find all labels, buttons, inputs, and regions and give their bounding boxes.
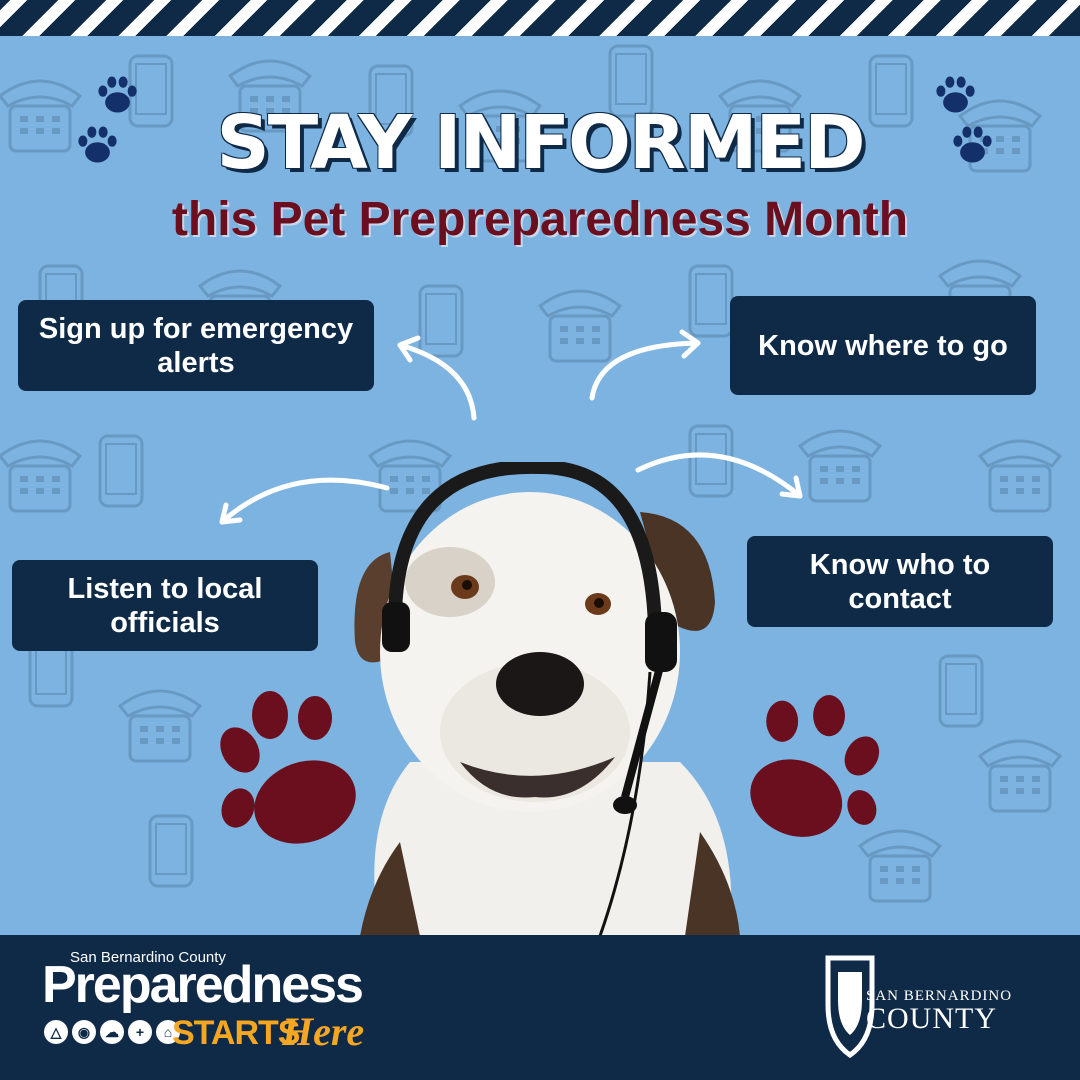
weather-icon: ☁ — [100, 1020, 124, 1044]
water-icon: ◉ — [72, 1020, 96, 1044]
medical-icon: + — [128, 1020, 152, 1044]
paw-icon — [750, 695, 880, 837]
arrow-icon — [397, 335, 477, 421]
arrow-icon — [589, 329, 701, 401]
flame-icon: △ — [44, 1020, 68, 1044]
brand-hazard-icons: △ ◉ ☁ + ⌂ — [44, 1020, 180, 1044]
brand-preparedness: Preparedness — [42, 956, 364, 1014]
brand-here: Here — [282, 1009, 365, 1054]
brand-starts: STARTS — [172, 1014, 300, 1052]
poster: STAY INFORMED this Pet Prepreparedness M… — [0, 0, 1080, 1080]
dog-photo — [354, 462, 740, 936]
county-word: COUNTY — [866, 1002, 997, 1035]
